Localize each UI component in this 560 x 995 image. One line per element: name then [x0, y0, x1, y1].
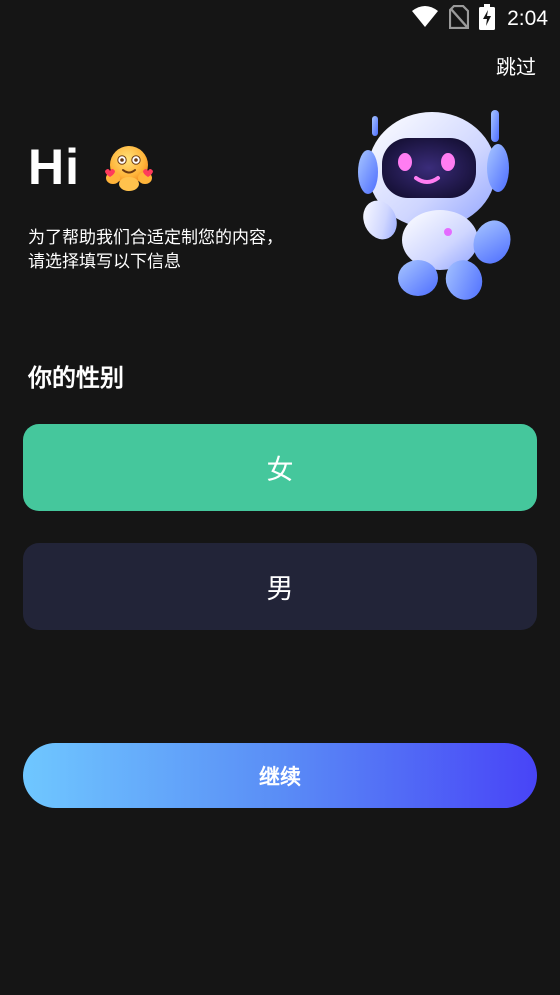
intro-text: 为了帮助我们合适定制您的内容， 请选择填写以下信息	[28, 226, 338, 274]
greeting: Hi	[28, 134, 156, 200]
gender-option-male[interactable]: 男	[23, 543, 537, 630]
robot-illustration	[352, 100, 520, 305]
battery-charging-icon	[479, 4, 496, 34]
continue-button[interactable]: 继续	[23, 743, 537, 808]
gender-title: 你的性别	[28, 364, 124, 392]
continue-label: 继续	[259, 765, 301, 789]
intro-line-1: 为了帮助我们合适定制您的内容，	[28, 228, 283, 248]
gender-option-label: 男	[266, 574, 294, 605]
no-sim-icon	[449, 4, 470, 33]
hugging-face-icon	[102, 140, 156, 194]
skip-button[interactable]: 跳过	[496, 51, 536, 80]
status-bar: 2:04	[0, 0, 560, 38]
greeting-title: Hi	[28, 139, 80, 195]
intro-line-2: 请选择填写以下信息	[28, 252, 181, 272]
status-icons: 2:04	[411, 4, 548, 34]
wifi-icon	[411, 6, 439, 32]
gender-option-label: 女	[266, 455, 294, 486]
status-time: 2:04	[507, 7, 548, 30]
gender-option-female[interactable]: 女	[23, 424, 537, 511]
